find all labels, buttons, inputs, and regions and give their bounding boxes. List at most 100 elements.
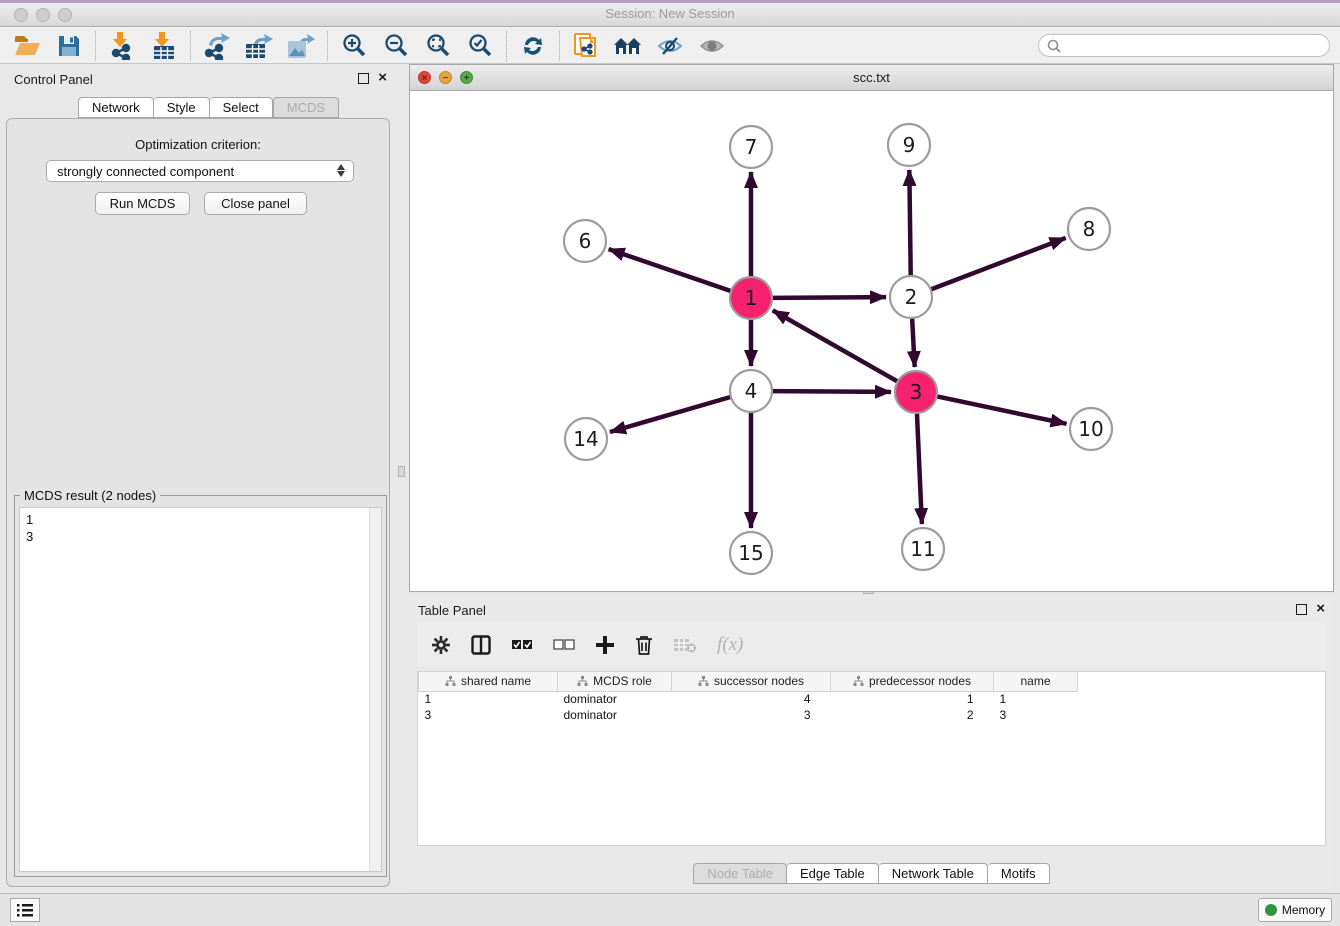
deselect-all-icon[interactable] (553, 638, 575, 652)
zoom-selected-icon[interactable] (459, 29, 501, 63)
criterion-dropdown[interactable]: strongly connected component (46, 160, 354, 182)
toolbar-separator (190, 31, 191, 61)
table-tab-node-table[interactable]: Node Table (693, 863, 787, 884)
tab-style[interactable]: Style (154, 97, 210, 118)
search-input[interactable] (1066, 38, 1329, 53)
mcds-result-textarea[interactable]: 13 (19, 507, 382, 872)
cell-name[interactable]: 3 (994, 707, 1078, 723)
cell-successor-nodes[interactable]: 3 (672, 707, 831, 723)
table-tab-edge-table[interactable]: Edge Table (787, 863, 879, 884)
edge-4-3[interactable] (772, 391, 891, 392)
delete-icon[interactable] (635, 635, 653, 655)
table-tab-motifs[interactable]: Motifs (988, 863, 1050, 884)
result-scrollbar[interactable] (369, 508, 381, 871)
network-window-titlebar[interactable]: × − + scc.txt (410, 65, 1333, 91)
open-file-icon[interactable] (6, 29, 48, 63)
tab-select[interactable]: Select (210, 97, 273, 118)
memory-button[interactable]: Memory (1258, 898, 1332, 922)
edge-1-6[interactable] (609, 249, 731, 291)
memory-label: Memory (1282, 903, 1325, 917)
table-panel-title: Table Panel (418, 603, 486, 618)
float-panel-icon[interactable] (1296, 604, 1307, 615)
save-session-icon[interactable] (48, 29, 90, 63)
export-network-icon[interactable] (196, 29, 238, 63)
toolbar-separator (95, 31, 96, 61)
mcds-result-lines: 13 (20, 508, 381, 548)
edge-2-3[interactable] (912, 318, 915, 367)
refresh-icon[interactable] (512, 29, 554, 63)
tab-mcds[interactable]: MCDS (273, 97, 339, 118)
node-label: 4 (745, 379, 758, 403)
node-label: 9 (903, 133, 916, 157)
node-7[interactable]: 7 (730, 126, 772, 168)
result-line: 3 (26, 528, 375, 545)
column-header-filler (1078, 672, 1090, 691)
node-10[interactable]: 10 (1070, 408, 1112, 450)
edge-1-2[interactable] (772, 297, 886, 298)
cell-mcds-role[interactable]: dominator (558, 691, 672, 707)
cell-name[interactable]: 1 (994, 691, 1078, 707)
node-8[interactable]: 8 (1068, 208, 1110, 250)
import-network-icon[interactable] (101, 29, 143, 63)
node-15[interactable]: 15 (730, 532, 772, 574)
zoom-fit-icon[interactable] (417, 29, 459, 63)
close-panel-button[interactable]: Close panel (204, 192, 307, 215)
table-row[interactable]: 3dominator323 (419, 707, 1090, 723)
edge-3-1[interactable] (773, 310, 898, 381)
zoom-in-icon[interactable] (333, 29, 375, 63)
node-4[interactable]: 4 (730, 370, 772, 412)
add-row-icon[interactable] (595, 635, 615, 655)
show-all-eye-icon[interactable] (691, 29, 733, 63)
select-all-icon[interactable] (511, 638, 533, 652)
cell-shared-name[interactable]: 1 (419, 691, 558, 707)
import-table-icon[interactable] (143, 29, 185, 63)
search-field[interactable] (1038, 34, 1330, 57)
node-14[interactable]: 14 (565, 418, 607, 460)
node-label: 11 (910, 537, 935, 561)
mcds-result-legend: MCDS result (2 nodes) (20, 488, 160, 503)
cell-successor-nodes[interactable]: 4 (672, 691, 831, 707)
close-panel-icon[interactable]: × (378, 69, 387, 86)
cell-predecessor-nodes[interactable]: 1 (831, 691, 994, 707)
edge-2-8[interactable] (931, 238, 1066, 290)
edge-3-10[interactable] (937, 396, 1067, 423)
column-header-name[interactable]: name (994, 672, 1078, 691)
table-tab-network-table[interactable]: Network Table (879, 863, 988, 884)
table-row[interactable]: 1dominator411 (419, 691, 1090, 707)
edge-4-14[interactable] (610, 397, 731, 432)
node-11[interactable]: 11 (902, 528, 944, 570)
gear-icon[interactable] (431, 635, 451, 655)
node-2[interactable]: 2 (890, 276, 932, 318)
export-image-icon[interactable] (280, 29, 322, 63)
column-header-mcds-role[interactable]: MCDS role (558, 672, 672, 691)
column-header-predecessor-nodes[interactable]: predecessor nodes (831, 672, 994, 691)
tab-network[interactable]: Network (78, 97, 154, 118)
node-9[interactable]: 9 (888, 124, 930, 166)
network-canvas[interactable]: 7 9 6 8 1 2 4 3 14 10 15 11 (410, 91, 1333, 591)
column-header-shared-name[interactable]: shared name (419, 672, 558, 691)
cell-mcds-role[interactable]: dominator (558, 707, 672, 723)
cell-predecessor-nodes[interactable]: 2 (831, 707, 994, 723)
node-label: 2 (905, 285, 918, 309)
mcds-panel: Optimization criterion: strongly connect… (6, 118, 390, 887)
run-mcds-button[interactable]: Run MCDS (95, 192, 190, 215)
float-panel-icon[interactable] (358, 73, 369, 84)
clone-network-icon[interactable] (565, 29, 607, 63)
cell-shared-name[interactable]: 3 (419, 707, 558, 723)
node-table-header: shared nameMCDS rolesuccessor nodesprede… (419, 672, 1090, 691)
network-view-window: × − + scc.txt 7 9 6 8 1 2 4 3 14 10 15 11 (409, 64, 1334, 592)
home-view-icon[interactable] (607, 29, 649, 63)
close-panel-icon[interactable]: × (1316, 600, 1325, 617)
task-history-button[interactable] (10, 898, 40, 922)
node-3-dominator[interactable]: 3 (895, 371, 937, 413)
edge-3-11[interactable] (917, 413, 922, 524)
vertical-splitter-handle[interactable] (398, 466, 405, 477)
node-1-dominator[interactable]: 1 (730, 277, 772, 319)
column-header-successor-nodes[interactable]: successor nodes (672, 672, 831, 691)
hide-selected-eye-icon[interactable] (649, 29, 691, 63)
export-table-icon[interactable] (238, 29, 280, 63)
zoom-out-icon[interactable] (375, 29, 417, 63)
edge-2-9[interactable] (909, 170, 910, 276)
node-6[interactable]: 6 (564, 220, 606, 262)
show-columns-icon[interactable] (471, 635, 491, 655)
